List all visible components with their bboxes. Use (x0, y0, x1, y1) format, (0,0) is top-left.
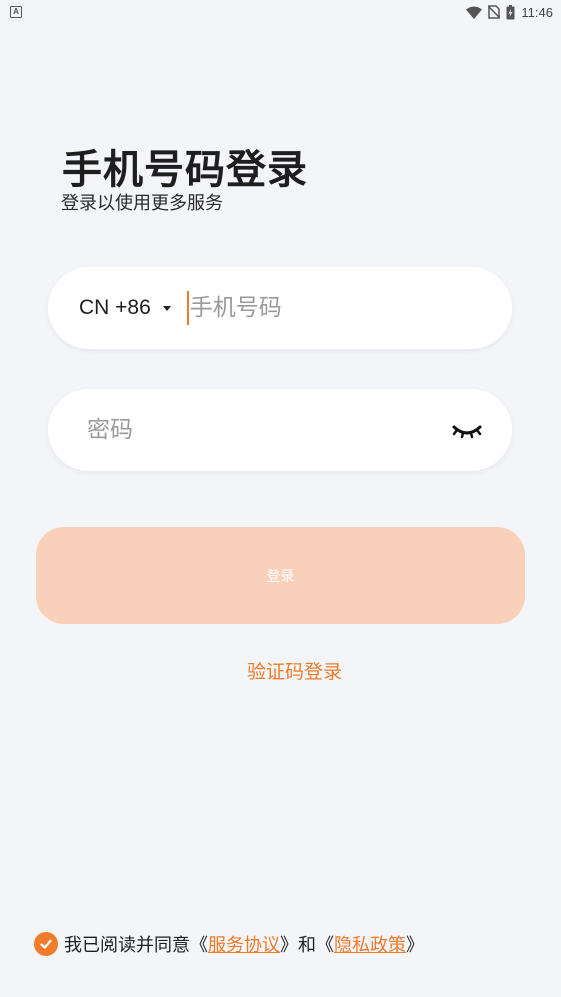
text-cursor (186, 291, 189, 325)
page-title: 手机号码登录 (62, 147, 308, 193)
phone-field-card: CN +86 (48, 267, 512, 349)
eye-closed-icon[interactable] (452, 419, 482, 441)
page-subtitle: 登录以使用更多服务 (61, 193, 223, 214)
status-bar: A 11:46 (0, 0, 561, 24)
app-notification-icon: A (10, 6, 22, 18)
clock-time: 11:46 (521, 4, 553, 20)
password-input[interactable] (87, 417, 417, 443)
agreement-suffix-text: 》 (406, 935, 424, 956)
country-code-selector[interactable]: CN +86 (79, 296, 171, 320)
login-screen: A 11:46 手机号码登录 登录以使用更多服务 CN +86 手机号码 登录 … (0, 0, 561, 997)
check-icon (40, 939, 52, 949)
status-indicators: 11:46 (466, 4, 553, 20)
agreement-prefix-text: 我已阅读并同意《 (64, 935, 208, 956)
agreement-row: 我已阅读并同意《 服务协议 》和《 隐私政策 》 (34, 931, 424, 957)
service-agreement-link[interactable]: 服务协议 (208, 931, 280, 957)
agreement-middle-text: 》和《 (280, 935, 334, 956)
no-sim-icon (488, 5, 501, 19)
password-field-card (48, 389, 512, 471)
verification-code-login-link[interactable]: 验证码登录 (0, 657, 561, 684)
caret-down-icon (162, 305, 171, 311)
agreement-checkbox[interactable] (34, 932, 58, 956)
login-button[interactable]: 登录 (36, 527, 525, 624)
privacy-policy-link[interactable]: 隐私政策 (334, 931, 406, 957)
phone-number-input[interactable] (189, 295, 490, 321)
wifi-icon (466, 6, 483, 19)
battery-charging-icon (506, 4, 515, 19)
country-code-label: CN +86 (79, 296, 151, 319)
